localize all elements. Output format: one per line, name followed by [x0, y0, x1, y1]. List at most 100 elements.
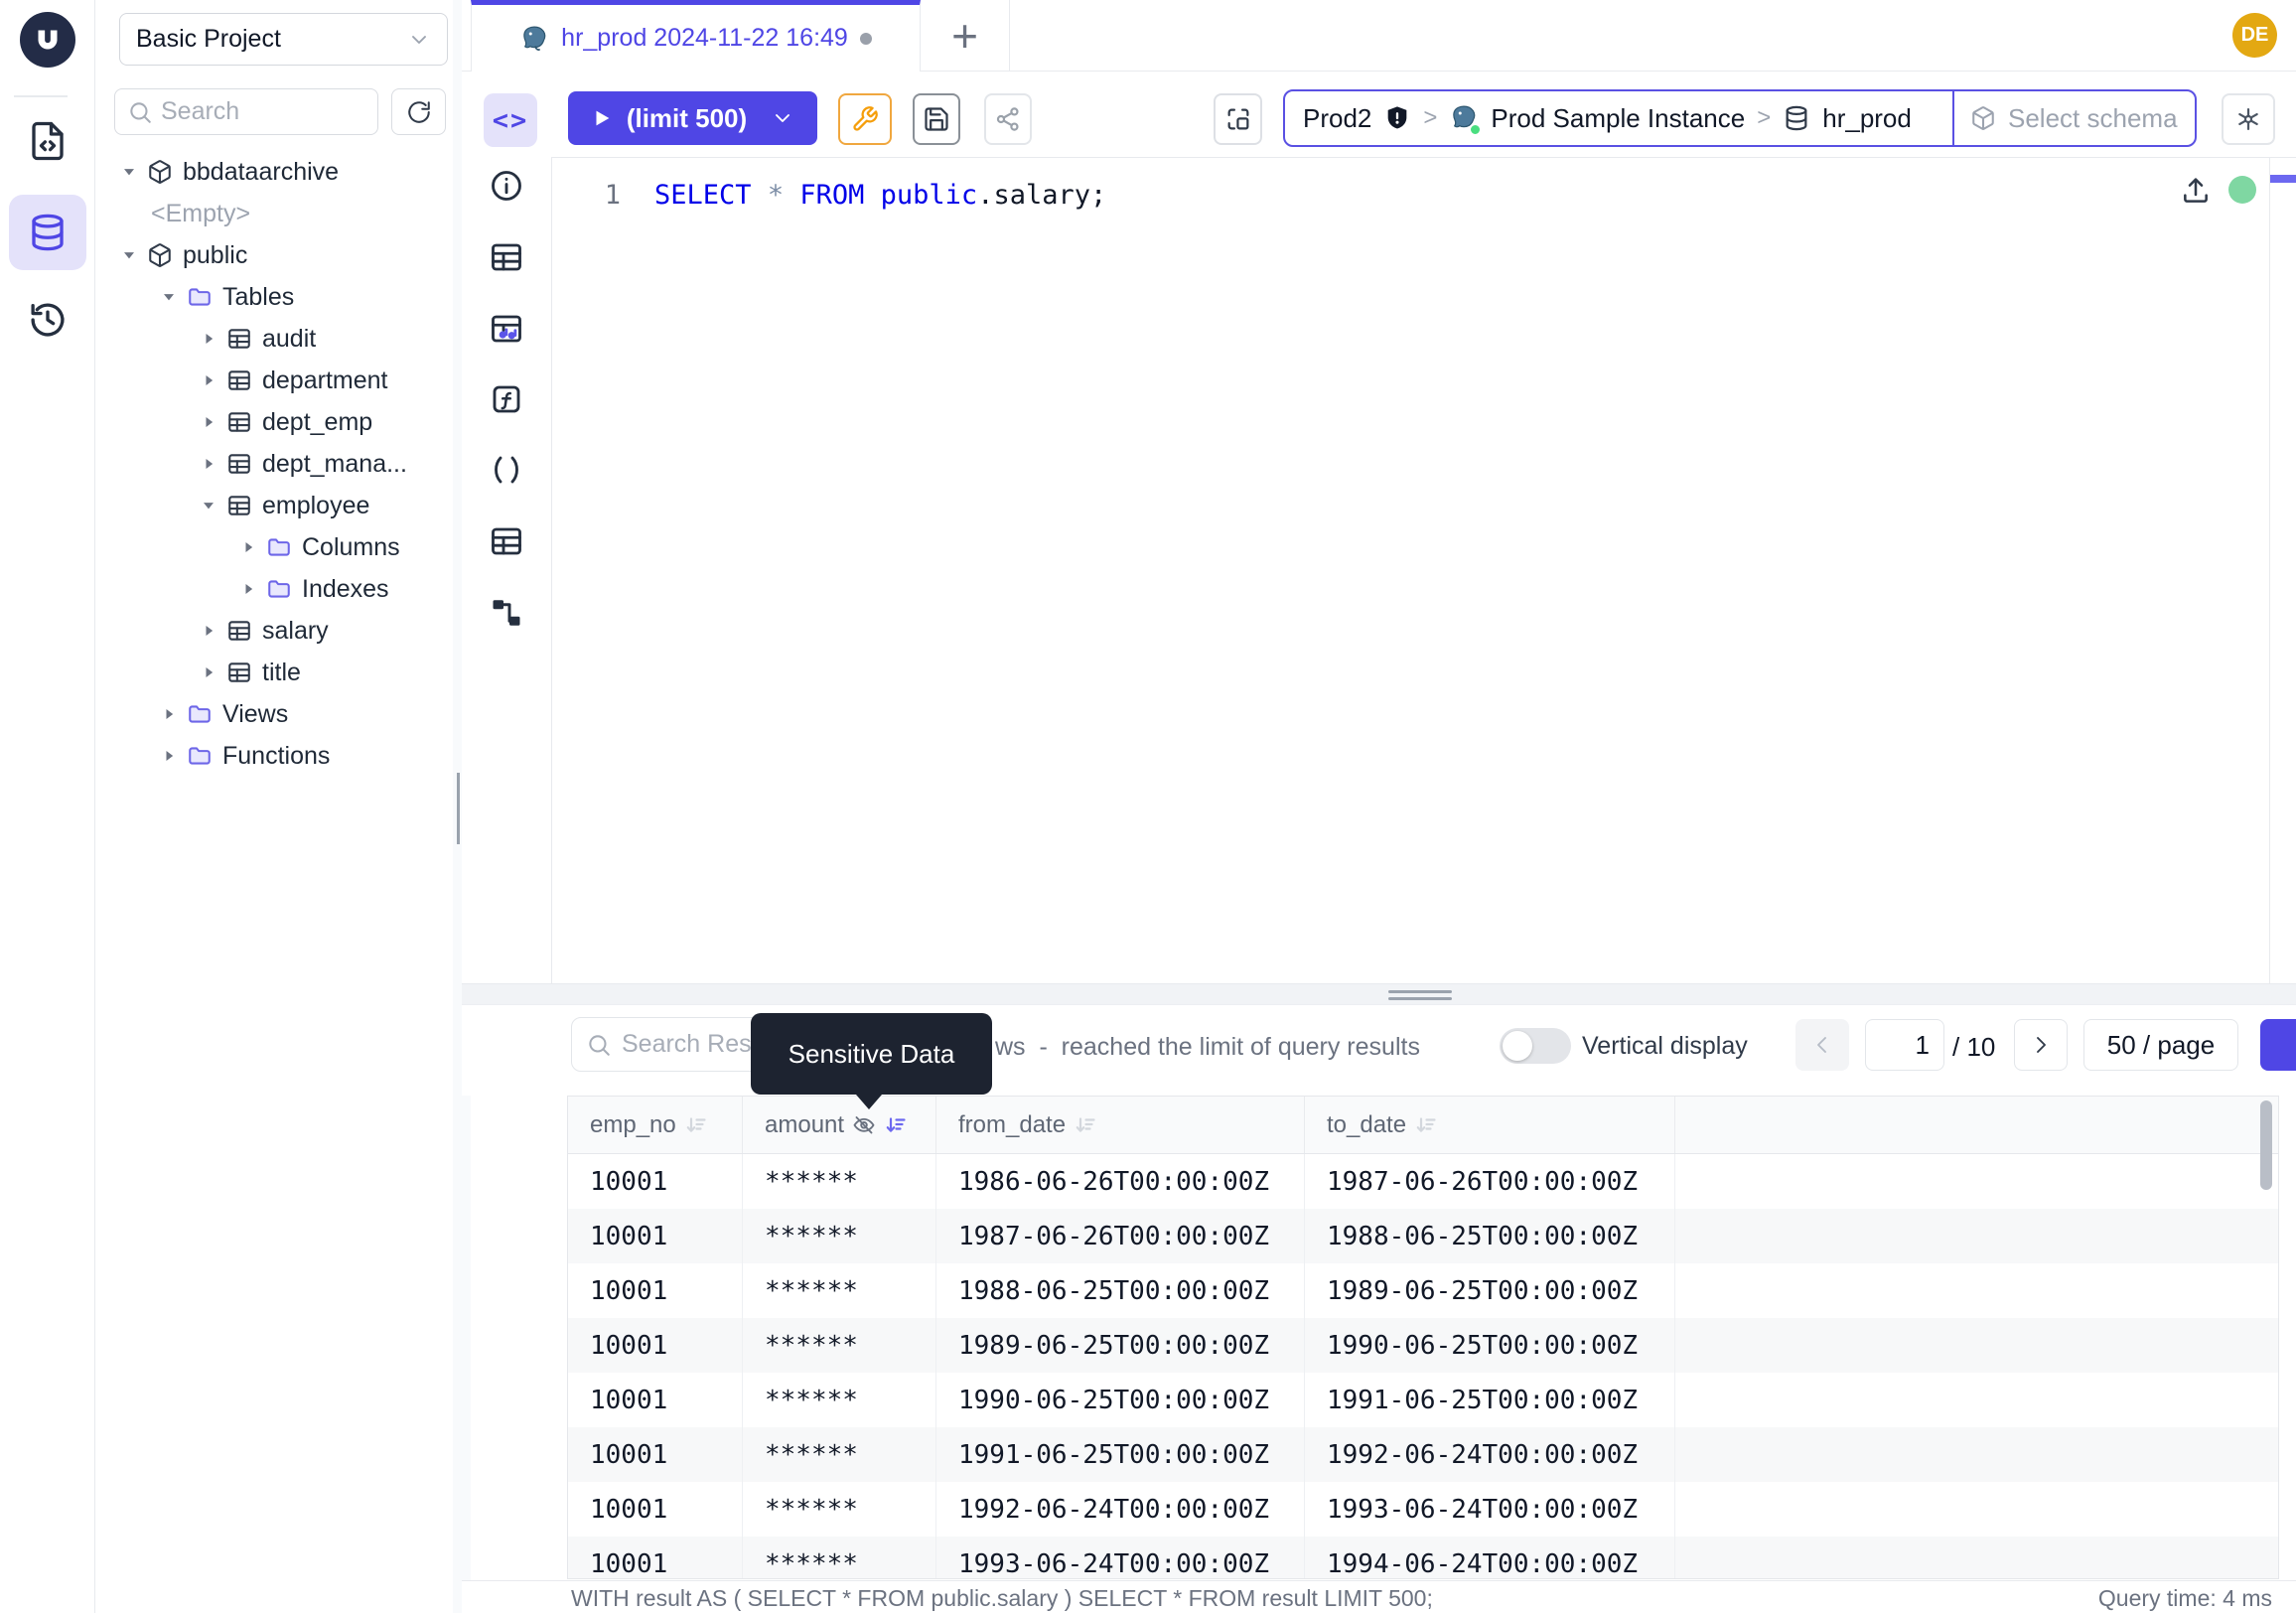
page-size-button[interactable]: 50 / page — [2083, 1019, 2238, 1071]
caret-down-icon[interactable] — [159, 287, 179, 307]
save-sheet-button[interactable] — [913, 93, 960, 145]
caret-right-icon[interactable] — [199, 621, 218, 641]
table-cell[interactable]: 1989-06-25T00:00:00Z — [1305, 1263, 1675, 1318]
table-cell[interactable]: 10001 — [568, 1154, 743, 1209]
table-cell[interactable]: 1993-06-24T00:00:00Z — [1305, 1482, 1675, 1537]
table-cell[interactable]: 1991-06-25T00:00:00Z — [1305, 1373, 1675, 1427]
tree-item-bbdataarchive[interactable]: bbdataarchive — [95, 151, 447, 193]
tree-item-department[interactable]: department — [95, 360, 447, 401]
table-cell[interactable]: 1989-06-25T00:00:00Z — [936, 1318, 1305, 1373]
tree-item-public[interactable]: public — [95, 234, 447, 276]
table-cell[interactable]: 1987-06-26T00:00:00Z — [1305, 1154, 1675, 1209]
caret-right-icon[interactable] — [238, 579, 258, 599]
caret-right-icon[interactable] — [199, 329, 218, 349]
caret-down-icon[interactable] — [119, 162, 139, 182]
table-cell[interactable]: 10001 — [568, 1537, 743, 1579]
eye-off-icon[interactable] — [852, 1113, 876, 1137]
table-cell[interactable]: 1990-06-25T00:00:00Z — [1305, 1318, 1675, 1373]
function-icon[interactable] — [489, 381, 524, 417]
caret-right-icon[interactable] — [238, 537, 258, 557]
sort-icon[interactable] — [1414, 1113, 1438, 1137]
prev-page-button[interactable] — [1795, 1019, 1849, 1071]
table-cell[interactable]: 1987-06-26T00:00:00Z — [936, 1209, 1305, 1263]
batch-mode-button[interactable] — [1214, 93, 1262, 145]
tree-item-functions[interactable]: Functions — [95, 735, 447, 777]
table-cell[interactable]: 10001 — [568, 1482, 743, 1537]
sensitive-data-icon[interactable] — [489, 311, 524, 347]
tree-item-salary[interactable]: salary — [95, 610, 447, 652]
table-cell[interactable]: 1986-06-26T00:00:00Z — [936, 1154, 1305, 1209]
connection-breadcrumb[interactable]: Prod2 > Prod Sample Instance > hr_prod S… — [1283, 89, 2197, 147]
table-cell[interactable]: 10001 — [568, 1318, 743, 1373]
sql-editor[interactable]: 1 SELECT * FROM public.salary; — [462, 178, 1106, 214]
table-cell[interactable]: ****** — [743, 1318, 936, 1373]
select-schema[interactable]: Select schema — [1952, 91, 2195, 145]
table-icon[interactable] — [489, 523, 524, 559]
tree-item--empty-[interactable]: <Empty> — [95, 193, 447, 234]
table-scrollbar-thumb[interactable] — [2260, 1100, 2272, 1190]
table-cell[interactable]: ****** — [743, 1537, 936, 1579]
caret-down-icon[interactable] — [119, 245, 139, 265]
vertical-display-toggle[interactable] — [1500, 1028, 1571, 1064]
sidebar-search-input[interactable] — [161, 97, 365, 126]
table-cell[interactable]: ****** — [743, 1373, 936, 1427]
table-cell[interactable]: 10001 — [568, 1427, 743, 1482]
export-button[interactable] — [2260, 1019, 2296, 1071]
tree-item-columns[interactable]: Columns — [95, 526, 447, 568]
tree-item-views[interactable]: Views — [95, 693, 447, 735]
table-cell[interactable]: 1994-06-24T00:00:00Z — [1305, 1537, 1675, 1579]
table-cell[interactable]: ****** — [743, 1209, 936, 1263]
tree-item-dept-mana-[interactable]: dept_mana... — [95, 443, 447, 485]
sql-code[interactable]: SELECT * FROM public.salary; — [654, 178, 1106, 214]
sidebar-search[interactable] — [114, 88, 378, 135]
table-cell[interactable]: 1993-06-24T00:00:00Z — [936, 1537, 1305, 1579]
caret-right-icon[interactable] — [159, 746, 179, 766]
project-select[interactable]: Basic Project — [119, 13, 448, 66]
caret-right-icon[interactable] — [159, 704, 179, 724]
table-cell[interactable]: ****** — [743, 1263, 936, 1318]
table-cell[interactable]: ****** — [743, 1427, 936, 1482]
column-header-emp_no[interactable]: emp_no — [568, 1097, 743, 1153]
tab-hr-prod[interactable]: hr_prod 2024-11-22 16:49 — [471, 0, 921, 72]
tree-item-employee[interactable]: employee — [95, 485, 447, 526]
next-page-button[interactable] — [2014, 1019, 2068, 1071]
caret-right-icon[interactable] — [199, 412, 218, 432]
tree-item-dept-emp[interactable]: dept_emp — [95, 401, 447, 443]
ai-assistant-button[interactable] — [2222, 93, 2275, 145]
caret-right-icon[interactable] — [199, 370, 218, 390]
table-cell[interactable]: 1988-06-25T00:00:00Z — [1305, 1209, 1675, 1263]
sort-icon[interactable] — [684, 1113, 708, 1137]
connection-path[interactable]: Prod2 > Prod Sample Instance > hr_prod — [1285, 91, 1952, 145]
table-cell[interactable]: 1991-06-25T00:00:00Z — [936, 1427, 1305, 1482]
tree-item-tables[interactable]: Tables — [95, 276, 447, 318]
panel-splitter[interactable] — [462, 983, 2296, 1005]
column-header-to_date[interactable]: to_date — [1305, 1097, 1675, 1153]
table-cell[interactable]: ****** — [743, 1482, 936, 1537]
table-cell[interactable]: ****** — [743, 1154, 936, 1209]
schema-diagram-icon[interactable] — [489, 595, 524, 631]
bytebase-logo[interactable] — [20, 12, 75, 68]
tree-item-indexes[interactable]: Indexes — [95, 568, 447, 610]
refresh-button[interactable] — [391, 88, 446, 135]
tree-item-audit[interactable]: audit — [95, 318, 447, 360]
avatar[interactable]: DE — [2232, 13, 2277, 58]
nav-worksheet-item[interactable] — [9, 103, 86, 179]
table-cell[interactable]: 10001 — [568, 1373, 743, 1427]
sort-icon[interactable] — [884, 1113, 908, 1137]
query-tweak-button[interactable] — [838, 93, 892, 145]
table-cell[interactable]: 1992-06-24T00:00:00Z — [1305, 1427, 1675, 1482]
table-cell[interactable]: 1990-06-25T00:00:00Z — [936, 1373, 1305, 1427]
caret-right-icon[interactable] — [199, 662, 218, 682]
nav-history-item[interactable] — [9, 282, 86, 358]
table-cell[interactable]: 1992-06-24T00:00:00Z — [936, 1482, 1305, 1537]
sort-icon[interactable] — [1074, 1113, 1097, 1137]
table-cell[interactable]: 10001 — [568, 1209, 743, 1263]
table-cell[interactable]: 1988-06-25T00:00:00Z — [936, 1263, 1305, 1318]
new-tab-button[interactable]: + — [921, 0, 1010, 71]
tree-item-title[interactable]: title — [95, 652, 447, 693]
table-detail-icon[interactable] — [489, 239, 524, 275]
run-query-button[interactable]: (limit 500) — [568, 91, 817, 145]
caret-right-icon[interactable] — [199, 454, 218, 474]
share-button[interactable] — [984, 93, 1032, 145]
code-view-button[interactable]: <> — [484, 93, 537, 147]
